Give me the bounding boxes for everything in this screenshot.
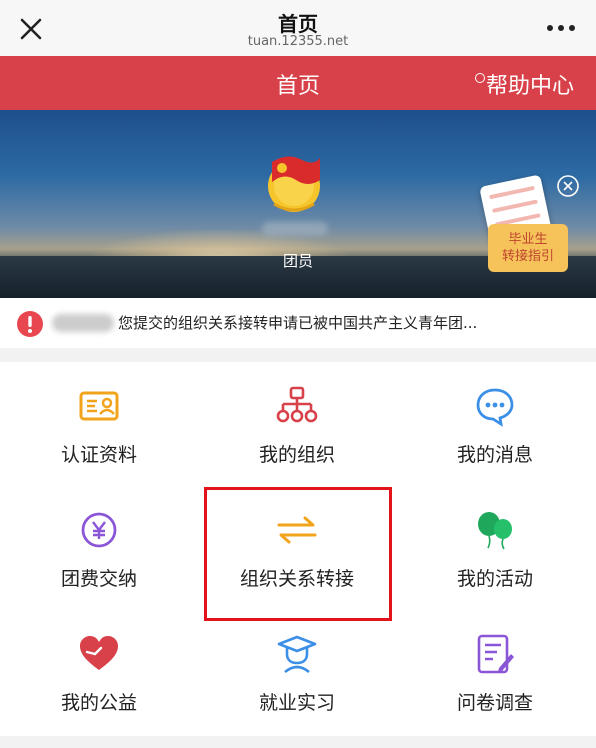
feature-menu: 认证资料 我的组织 我的消息 团费交纳 组织关系转接 我的活动 我的公益 就业实… (0, 362, 596, 736)
notice-text: 您提交的组织关系接转申请已被中国共产主义青年团... (118, 314, 478, 332)
menu-label: 就业实习 (258, 692, 335, 714)
menu-item-public-welfare[interactable]: 我的公益 (0, 610, 198, 732)
menu-item-survey[interactable]: 问卷调查 (396, 610, 594, 732)
app-header: 首页 帮助中心 (0, 56, 596, 110)
menu-item-my-organization[interactable]: 我的组织 (198, 362, 396, 484)
notice-name-blurred (52, 314, 114, 332)
help-center-label: 帮助中心 (485, 74, 574, 99)
help-center-link[interactable]: 帮助中心 (474, 68, 574, 100)
more-options-icon[interactable] (544, 20, 578, 36)
user-name-blurred (262, 222, 328, 236)
balloons-icon (478, 512, 512, 550)
menu-item-my-messages[interactable]: 我的消息 (396, 362, 594, 484)
league-emblem-icon (268, 156, 320, 212)
org-chart-icon (276, 386, 318, 423)
banner-close-icon[interactable] (556, 174, 580, 198)
chat-bubble-icon (476, 388, 514, 427)
graduate-badge-line1: 毕业生 (508, 232, 548, 247)
profile-banner: 团员 毕业生 转接指引 (0, 110, 596, 298)
graduate-badge-line2: 转接指引 (501, 249, 554, 264)
menu-label: 问卷调查 (456, 692, 533, 714)
menu-label: 我的活动 (456, 568, 533, 590)
dot-icon (474, 73, 485, 83)
graduate-badge-label: 毕业生 转接指引 (488, 224, 568, 272)
notice-bar[interactable]: 您提交的组织关系接转申请已被中国共产主义青年团... (0, 298, 596, 348)
menu-item-dues-payment[interactable]: 团费交纳 (0, 486, 198, 608)
menu-label: 团费交纳 (60, 568, 137, 590)
browser-title: 首页 (278, 12, 318, 36)
yen-coin-icon (81, 512, 117, 548)
id-card-icon (79, 391, 119, 421)
browser-url: tuan.12355.net (247, 34, 349, 49)
menu-item-certification[interactable]: 认证资料 (0, 362, 198, 484)
menu-item-employment-internship[interactable]: 就业实习 (198, 610, 396, 732)
browser-bar: 首页 tuan.12355.net (0, 0, 596, 56)
graduate-icon (277, 635, 317, 674)
menu-label: 我的消息 (456, 444, 533, 466)
menu-label: 我的公益 (60, 692, 137, 714)
heart-hands-icon (80, 636, 118, 670)
menu-item-my-activities[interactable]: 我的活动 (396, 486, 594, 608)
menu-label: 我的组织 (258, 444, 335, 466)
survey-icon (477, 634, 514, 674)
menu-label: 认证资料 (60, 444, 137, 466)
highlight-box (204, 487, 392, 621)
alert-icon (17, 311, 43, 337)
